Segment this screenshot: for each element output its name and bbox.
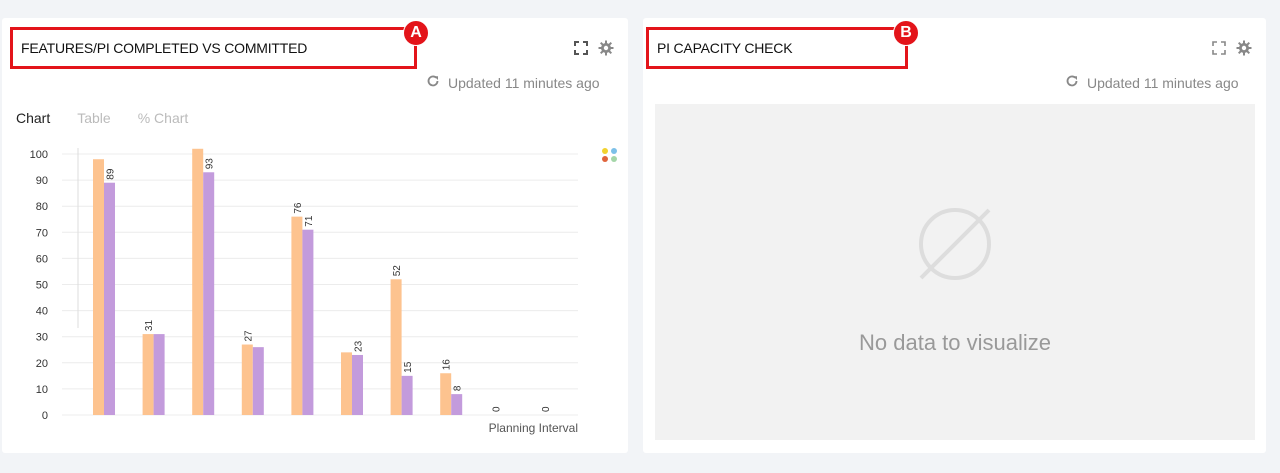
y-tick-label: 30	[36, 332, 48, 344]
data-label: 0	[541, 406, 552, 412]
completed-bar	[104, 182, 115, 415]
completed-bar	[153, 334, 165, 415]
y-tick-label: 50	[36, 280, 48, 292]
y-tick-label: 70	[36, 227, 48, 239]
panel-title-box: PI CAPACITY CHECK	[646, 27, 908, 69]
features-completed-vs-committed-panel: FEATURES/PI COMPLETED VS COMMITTED A Upd…	[2, 18, 628, 453]
committed-bar	[241, 344, 253, 415]
y-tick-label: 40	[36, 306, 48, 318]
y-tick-label: 90	[36, 175, 48, 187]
committed-bar	[192, 148, 204, 415]
completed-bar	[252, 347, 264, 415]
annotation-marker-b: B	[893, 20, 919, 46]
data-label: 31	[144, 320, 155, 332]
committed-bar	[390, 279, 402, 415]
y-tick-label: 80	[36, 201, 48, 213]
panel-title: PI CAPACITY CHECK	[657, 40, 793, 56]
data-label: 0	[491, 406, 502, 412]
completed-bar	[302, 229, 314, 415]
completed-bar	[352, 354, 363, 415]
y-tick-label: 60	[36, 253, 48, 265]
completed-bar	[401, 375, 413, 415]
committed-bar	[93, 159, 104, 415]
data-label: 15	[403, 361, 414, 373]
data-label: 71	[304, 215, 315, 227]
y-tick-label: 100	[30, 149, 48, 161]
y-tick-label: 10	[36, 384, 48, 396]
bar-chart: 0102030405060708090100893193277671235215…	[30, 148, 578, 435]
data-label: 23	[354, 340, 365, 352]
data-label: 52	[392, 265, 403, 277]
data-label: 93	[205, 158, 216, 170]
refresh-icon[interactable]	[1065, 74, 1079, 91]
completed-bar	[451, 394, 463, 415]
committed-bar	[142, 334, 154, 415]
data-label: 16	[442, 359, 453, 371]
panel-toolbar	[1211, 40, 1252, 56]
expand-icon[interactable]	[1211, 40, 1227, 56]
y-tick-label: 0	[42, 410, 48, 422]
data-label: 27	[243, 330, 254, 342]
committed-bar	[341, 352, 352, 415]
gear-icon[interactable]	[1236, 40, 1252, 56]
data-label: 76	[293, 202, 304, 214]
data-label: 8	[453, 385, 464, 391]
committed-bar	[440, 373, 452, 415]
updated-text: Updated 11 minutes ago	[1087, 74, 1239, 91]
completed-bar	[203, 172, 215, 415]
updated-status: Updated 11 minutes ago	[1065, 74, 1239, 91]
data-label: 89	[106, 168, 117, 180]
committed-bar	[291, 216, 303, 415]
x-axis-title: Planning Interval	[489, 421, 578, 435]
empty-set-icon	[919, 208, 991, 280]
y-tick-label: 20	[36, 358, 48, 370]
empty-state: No data to visualize	[655, 104, 1255, 440]
empty-message: No data to visualize	[859, 330, 1051, 355]
pi-capacity-check-panel: PI CAPACITY CHECK B Updated 11 minutes a…	[643, 18, 1266, 453]
